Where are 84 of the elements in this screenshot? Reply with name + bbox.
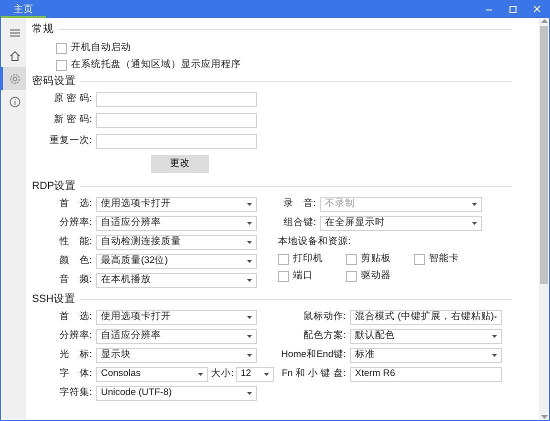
caret-icon <box>247 241 252 244</box>
field-label: 分辨率: <box>58 216 93 230</box>
caret-icon <box>472 203 477 206</box>
dropdown[interactable]: 在全屏显示时 <box>320 216 482 231</box>
caret-icon <box>198 373 203 376</box>
section-title: SSH设置 <box>32 292 76 307</box>
scrollbar[interactable] <box>539 18 549 420</box>
dropdown[interactable]: 在本机播放 <box>96 273 257 288</box>
caret-icon <box>247 354 252 357</box>
field-label: 大小: <box>210 367 235 382</box>
password-field[interactable] <box>96 134 257 149</box>
dropdown[interactable]: 使用选项卡打开 <box>96 310 257 325</box>
checkbox[interactable] <box>278 270 289 282</box>
dropdown[interactable]: 标准 <box>350 348 502 363</box>
field-label: 音 频: <box>58 273 93 288</box>
field-label: 性 能: <box>58 235 93 250</box>
dropdown[interactable]: 默认配色 <box>350 329 502 344</box>
checkbox-label: 打印机 <box>293 252 323 266</box>
field-label: 分辨率: <box>58 329 93 344</box>
info-icon <box>8 96 20 108</box>
resources-label: 本地设备和资源: <box>278 235 352 249</box>
dropdown[interactable]: 混合模式 (中键扩展，右键粘贴) <box>350 310 502 325</box>
caret-icon <box>247 316 252 319</box>
dropdown[interactable]: 显示块 <box>96 348 257 363</box>
field-label: Fn 和 小 键 盘: <box>280 367 347 382</box>
checkbox-label: 智能卡 <box>429 252 459 266</box>
password-field[interactable] <box>96 92 257 107</box>
field-label: 首 选: <box>58 197 93 212</box>
dropdown[interactable]: 自适应分辨率 <box>96 216 257 231</box>
password-field[interactable] <box>96 113 257 128</box>
close-icon[interactable] <box>532 5 542 14</box>
menu-icon <box>8 26 20 38</box>
dropdown[interactable]: 自动检测连接质量 <box>96 235 257 250</box>
section-title: 密码设置 <box>32 74 76 89</box>
checkbox-label: 端口 <box>293 269 313 284</box>
checkbox[interactable] <box>346 254 357 265</box>
settings-icon <box>8 72 20 84</box>
checkbox[interactable] <box>56 43 67 54</box>
field-label: 原 密 码: <box>53 92 93 106</box>
dropdown[interactable]: 12 <box>236 367 274 382</box>
field-label: 新 密 码: <box>53 113 93 128</box>
scroll-down-icon[interactable] <box>540 414 548 420</box>
section-title: RDP设置 <box>32 178 76 194</box>
field-label: 组合键: <box>282 216 317 230</box>
field-label: 配色方案: <box>302 329 347 344</box>
field-label: 鼠标动作: <box>302 310 347 324</box>
maximize-icon[interactable] <box>508 5 518 14</box>
field-label: 字 体: <box>58 367 93 382</box>
checkbox[interactable] <box>278 254 289 265</box>
field-label: 重复一次: <box>48 134 93 148</box>
sidebar-item[interactable] <box>1 67 26 90</box>
caret-icon <box>494 316 497 319</box>
caret-icon <box>247 260 252 263</box>
caret-icon <box>247 279 252 282</box>
input-field[interactable]: Xterm R6 <box>350 367 502 382</box>
caret-icon <box>492 335 497 338</box>
field-label: 录 音: <box>282 197 317 212</box>
dropdown[interactable]: 使用选项卡打开 <box>96 197 257 212</box>
change-button[interactable]: 更改 <box>151 155 209 173</box>
dropdown[interactable]: 最高质量(32位) <box>96 254 257 269</box>
field-label: Home和End键: <box>280 348 347 362</box>
caret-icon <box>247 392 252 395</box>
field-label: 颜 色: <box>58 254 93 268</box>
caret-icon <box>492 354 497 357</box>
caret-icon <box>264 373 269 376</box>
caret-icon <box>472 222 477 225</box>
checkbox[interactable] <box>346 270 357 282</box>
caret-icon <box>247 222 252 225</box>
caret-icon <box>247 203 252 206</box>
checkbox-label: 开机自动启动 <box>71 41 131 56</box>
field-label: 字符集: <box>58 386 93 400</box>
checkbox-label: 驱动器 <box>361 269 391 284</box>
dropdown[interactable]: Consolas <box>96 367 208 382</box>
dropdown[interactable]: 自适应分辨率 <box>96 329 257 344</box>
section-title: 常规 <box>32 22 54 37</box>
caret-icon <box>247 335 252 338</box>
dropdown[interactable]: Unicode (UTF-8) <box>96 386 257 401</box>
checkbox[interactable] <box>414 254 425 265</box>
checkbox-label: 在系统托盘（通知区域）显示应用程序 <box>71 58 241 72</box>
field-label: 光 标: <box>58 348 93 362</box>
checkbox-label: 剪贴板 <box>361 252 391 266</box>
checkbox[interactable] <box>56 60 67 71</box>
field-label: 首 选: <box>58 310 93 324</box>
home-icon <box>8 50 20 62</box>
